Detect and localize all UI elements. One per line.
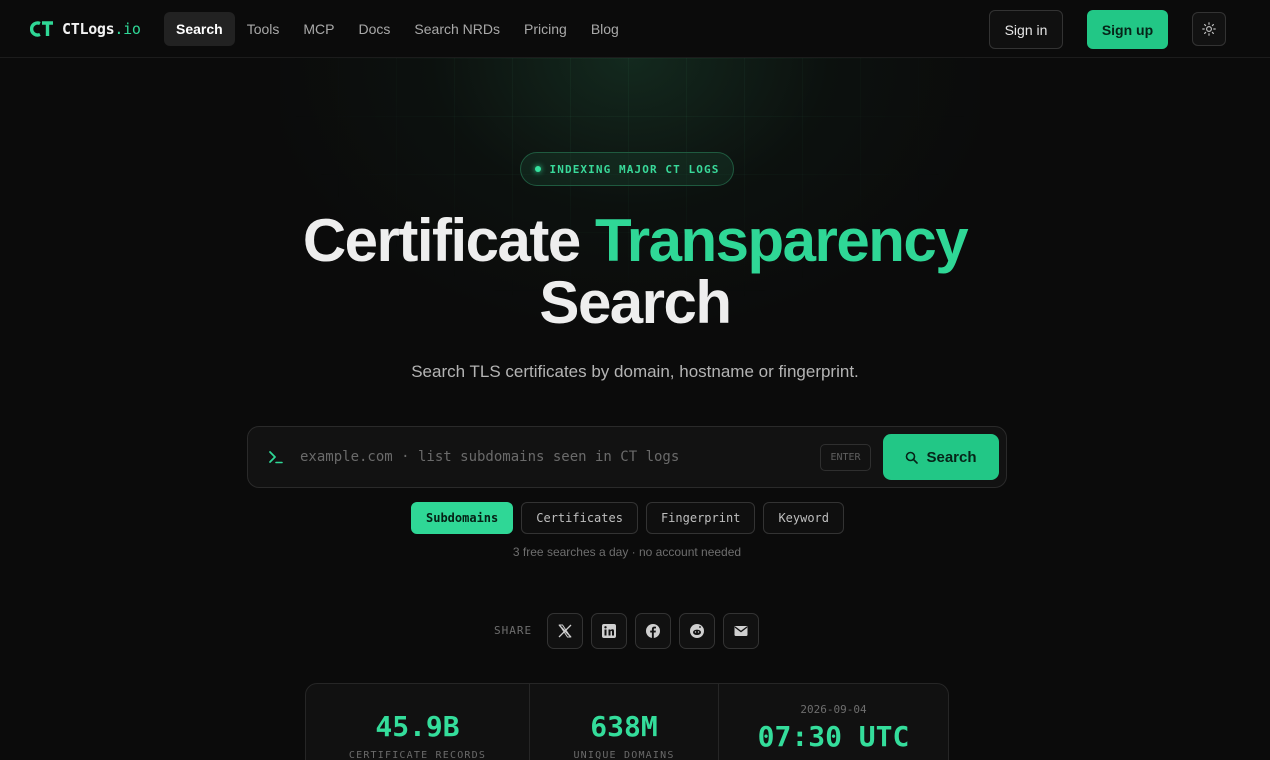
records-value: 45.9B bbox=[375, 710, 460, 743]
sun-icon bbox=[1202, 22, 1216, 36]
headline-accent: Transparency bbox=[594, 207, 969, 274]
share-label: SHARE bbox=[494, 624, 533, 637]
email-icon bbox=[734, 626, 748, 636]
domains-value: 638M bbox=[590, 710, 658, 743]
mode-subdomains[interactable]: Subdomains bbox=[411, 502, 514, 534]
mode-certificates[interactable]: Certificates bbox=[521, 502, 638, 534]
share-facebook-button[interactable] bbox=[635, 613, 671, 649]
x-icon bbox=[558, 624, 572, 638]
top-nav: CTLogs.io Search Tools MCP Docs Search N… bbox=[0, 0, 1270, 58]
terminal-prompt-icon bbox=[269, 451, 283, 464]
search-input[interactable] bbox=[300, 441, 810, 473]
search-button[interactable]: Search bbox=[883, 434, 999, 480]
free-searches-note: 3 free searches a day · no account neede… bbox=[512, 545, 742, 559]
logo-icon bbox=[30, 21, 53, 37]
mode-keyword[interactable]: Keyword bbox=[763, 502, 845, 534]
page-subtitle: Search TLS certificates by domain, hostn… bbox=[411, 362, 859, 381]
theme-toggle-button[interactable] bbox=[1192, 12, 1226, 46]
logo[interactable]: CTLogs.io bbox=[30, 19, 141, 39]
share-reddit-button[interactable] bbox=[679, 613, 715, 649]
nav-link-mcp[interactable]: MCP bbox=[291, 12, 346, 46]
share-x-button[interactable] bbox=[547, 613, 583, 649]
search-icon bbox=[906, 451, 919, 464]
nav-link-pricing[interactable]: Pricing bbox=[512, 12, 579, 46]
search-box: ENTER Search bbox=[247, 426, 1007, 488]
nav-link-search-nrds[interactable]: Search NRDs bbox=[402, 12, 512, 46]
nav-link-tools[interactable]: Tools bbox=[235, 12, 292, 46]
stats-panel: 45.9B CERTIFICATE RECORDS 638M UNIQUE DO… bbox=[305, 683, 949, 760]
sign-in-button[interactable]: Sign in bbox=[989, 10, 1063, 49]
enter-key-hint: ENTER bbox=[820, 444, 871, 471]
nav-link-search[interactable]: Search bbox=[164, 12, 235, 46]
reddit-icon bbox=[690, 624, 704, 638]
stat-records: 45.9B CERTIFICATE RECORDS bbox=[306, 684, 530, 760]
mode-fingerprint[interactable]: Fingerprint bbox=[645, 502, 756, 534]
records-label: CERTIFICATE RECORDS bbox=[348, 750, 487, 760]
updated-time: 07:30 UTC bbox=[757, 720, 910, 753]
nav-link-docs[interactable]: Docs bbox=[347, 12, 403, 46]
stat-domains: 638M UNIQUE DOMAINS bbox=[530, 684, 719, 760]
share-email-button[interactable] bbox=[723, 613, 759, 649]
indexing-badge: INDEXING MAJOR CT LOGS bbox=[520, 152, 734, 186]
facebook-icon bbox=[646, 624, 660, 638]
badge-text: INDEXING MAJOR CT LOGS bbox=[549, 162, 720, 176]
updated-date: 2026-09-04 bbox=[800, 703, 867, 716]
stat-updated: 2026-09-04 07:30 UTC bbox=[719, 684, 948, 760]
status-dot bbox=[534, 166, 541, 172]
domains-label: UNIQUE DOMAINS bbox=[573, 750, 675, 760]
search-mode-tabs: Subdomains Certificates Fingerprint Keyw… bbox=[411, 502, 845, 534]
share-buttons bbox=[547, 613, 759, 649]
search-button-label: Search bbox=[926, 448, 977, 466]
headline-part1: Certificate bbox=[302, 207, 581, 274]
linkedin-icon bbox=[602, 624, 616, 638]
share-linkedin-button[interactable] bbox=[591, 613, 627, 649]
nav-link-blog[interactable]: Blog bbox=[579, 12, 631, 46]
logo-text: CTLogs.io bbox=[62, 20, 141, 38]
nav-links: Search Tools MCP Docs Search NRDs Pricin… bbox=[164, 12, 631, 46]
headline-part2: Search bbox=[539, 269, 732, 336]
sign-up-button[interactable]: Sign up bbox=[1087, 10, 1168, 49]
page-title: Certificate Transparency Search bbox=[0, 210, 1270, 334]
